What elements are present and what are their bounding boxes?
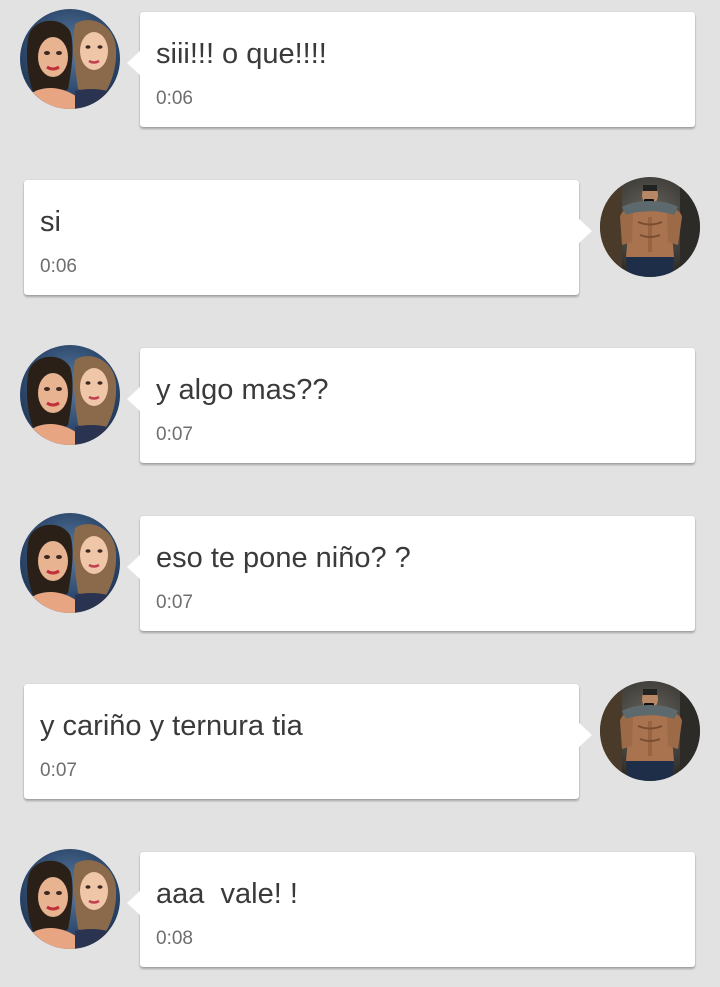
- contact-avatar[interactable]: [20, 9, 120, 109]
- message-timestamp: 0:07: [156, 424, 193, 445]
- message-bubble[interactable]: eso te pone niño? ? 0:07: [127, 516, 695, 631]
- contact-avatar[interactable]: [20, 849, 120, 949]
- my-avatar-photo-icon: [600, 681, 700, 781]
- message-text: y algo mas??: [156, 374, 329, 406]
- message-row-incoming: y algo mas?? 0:07: [0, 345, 720, 465]
- bubble-tail: [127, 50, 141, 76]
- bubble-tail: [127, 890, 141, 916]
- message-bubble[interactable]: y cariño y ternura tia 0:07: [24, 684, 592, 799]
- bubble-tail: [578, 218, 592, 244]
- message-bubble[interactable]: si 0:06: [24, 180, 592, 295]
- message-text: si: [40, 206, 61, 238]
- message-bubble[interactable]: y algo mas?? 0:07: [127, 348, 695, 463]
- message-row-outgoing: y cariño y ternura tia 0:07: [0, 681, 720, 801]
- contact-avatar[interactable]: [20, 345, 120, 445]
- message-timestamp: 0:06: [40, 256, 77, 277]
- message-row-incoming: aaa vale! ! 0:08: [0, 849, 720, 969]
- bubble-tail: [127, 386, 141, 412]
- message-text: eso te pone niño? ?: [156, 542, 411, 574]
- message-row-incoming: siii!!! o que!!!! 0:06: [0, 9, 720, 129]
- my-avatar-photo-icon: [600, 177, 700, 277]
- contact-avatar-photo-icon: [20, 513, 120, 613]
- message-row-incoming: eso te pone niño? ? 0:07: [0, 513, 720, 633]
- message-bubble[interactable]: aaa vale! ! 0:08: [127, 852, 695, 967]
- message-text: y cariño y ternura tia: [40, 710, 303, 742]
- message-timestamp: 0:07: [156, 592, 193, 613]
- message-timestamp: 0:08: [156, 928, 193, 949]
- message-timestamp: 0:06: [156, 88, 193, 109]
- contact-avatar-photo-icon: [20, 9, 120, 109]
- my-avatar[interactable]: [600, 681, 700, 781]
- message-timestamp: 0:07: [40, 760, 77, 781]
- message-text: siii!!! o que!!!!: [156, 38, 327, 70]
- contact-avatar-photo-icon: [20, 345, 120, 445]
- chat-conversation: siii!!! o que!!!! 0:06 si 0:06 y algo ma…: [0, 0, 720, 987]
- bubble-tail: [578, 722, 592, 748]
- my-avatar[interactable]: [600, 177, 700, 277]
- message-bubble[interactable]: siii!!! o que!!!! 0:06: [127, 12, 695, 127]
- message-row-outgoing: si 0:06: [0, 177, 720, 297]
- message-text: aaa vale! !: [156, 878, 298, 910]
- contact-avatar-photo-icon: [20, 849, 120, 949]
- contact-avatar[interactable]: [20, 513, 120, 613]
- bubble-tail: [127, 554, 141, 580]
